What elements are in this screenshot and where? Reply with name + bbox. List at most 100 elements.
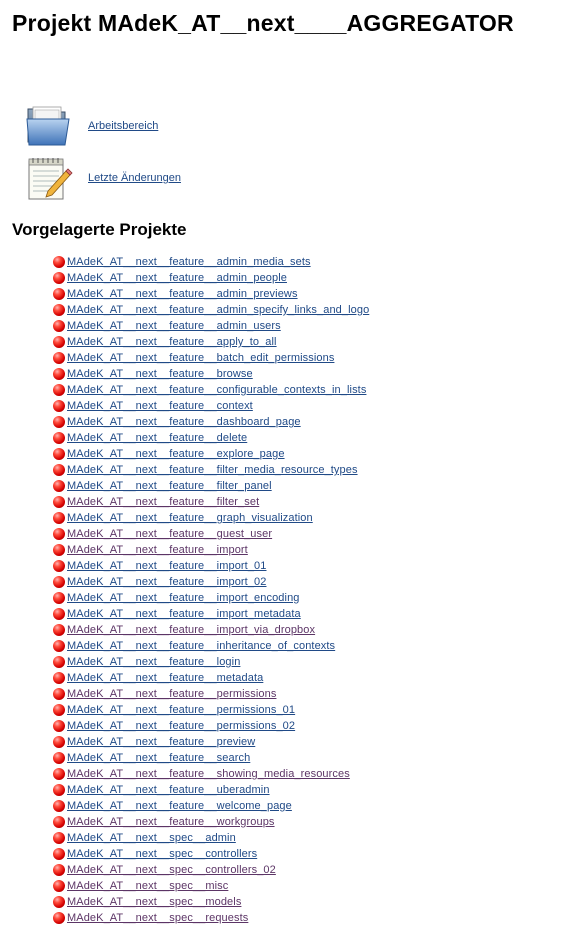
- project-link[interactable]: MAdeK_AT__next__feature__inheritance_of_…: [67, 640, 335, 652]
- task-workspace: Arbeitsbereich: [24, 102, 181, 150]
- list-item: MAdeK_AT__next__feature__filter_media_re…: [53, 462, 369, 478]
- red-ball-icon: [53, 768, 65, 780]
- task-list: Arbeitsbereich Letzte Änderungen: [24, 102, 181, 206]
- project-link[interactable]: MAdeK_AT__next__feature__showing_media_r…: [67, 768, 350, 780]
- workspace-link[interactable]: Arbeitsbereich: [88, 120, 158, 132]
- red-ball-icon: [53, 608, 65, 620]
- project-link[interactable]: MAdeK_AT__next__feature__import_02: [67, 576, 267, 588]
- red-ball-icon: [53, 832, 65, 844]
- project-link[interactable]: MAdeK_AT__next__feature__workgroups: [67, 816, 275, 828]
- list-item: MAdeK_AT__next__feature__admin_media_set…: [53, 254, 369, 270]
- folder-icon[interactable]: [24, 103, 74, 149]
- list-item: MAdeK_AT__next__feature__import_01: [53, 558, 369, 574]
- project-link[interactable]: MAdeK_AT__next__feature__guest_user: [67, 528, 272, 540]
- list-item: MAdeK_AT__next__feature__admin_previews: [53, 286, 369, 302]
- red-ball-icon: [53, 368, 65, 380]
- red-ball-icon: [53, 304, 65, 316]
- red-ball-icon: [53, 720, 65, 732]
- recent-changes-link[interactable]: Letzte Änderungen: [88, 172, 181, 184]
- red-ball-icon: [53, 624, 65, 636]
- red-ball-icon: [53, 448, 65, 460]
- project-link[interactable]: MAdeK_AT__next__feature__batch_edit_perm…: [67, 352, 334, 364]
- list-item: MAdeK_AT__next__feature__workgroups: [53, 814, 369, 830]
- list-item: MAdeK_AT__next__feature__guest_user: [53, 526, 369, 542]
- project-link[interactable]: MAdeK_AT__next__feature__permissions: [67, 688, 276, 700]
- red-ball-icon: [53, 704, 65, 716]
- red-ball-icon: [53, 512, 65, 524]
- project-link[interactable]: MAdeK_AT__next__feature__admin_users: [67, 320, 281, 332]
- project-link[interactable]: MAdeK_AT__next__feature__configurable_co…: [67, 384, 366, 396]
- red-ball-icon: [53, 288, 65, 300]
- notepad-icon[interactable]: [24, 155, 74, 201]
- project-link[interactable]: MAdeK_AT__next__feature__search: [67, 752, 250, 764]
- project-link[interactable]: MAdeK_AT__next__feature__permissions_02: [67, 720, 295, 732]
- red-ball-icon: [53, 528, 65, 540]
- list-item: MAdeK_AT__next__feature__admin_users: [53, 318, 369, 334]
- red-ball-icon: [53, 480, 65, 492]
- red-ball-icon: [53, 400, 65, 412]
- project-link[interactable]: MAdeK_AT__next__feature__filter_set: [67, 496, 259, 508]
- project-link[interactable]: MAdeK_AT__next__feature__filter_panel: [67, 480, 272, 492]
- list-item: MAdeK_AT__next__feature__configurable_co…: [53, 382, 369, 398]
- list-item: MAdeK_AT__next__feature__filter_set: [53, 494, 369, 510]
- list-item: MAdeK_AT__next__feature__showing_media_r…: [53, 766, 369, 782]
- project-link[interactable]: MAdeK_AT__next__feature__login: [67, 656, 240, 668]
- red-ball-icon: [53, 432, 65, 444]
- project-link[interactable]: MAdeK_AT__next__feature__welcome_page: [67, 800, 292, 812]
- project-link[interactable]: MAdeK_AT__next__feature__import_via_drop…: [67, 624, 315, 636]
- project-link[interactable]: MAdeK_AT__next__feature__import_encoding: [67, 592, 300, 604]
- project-link[interactable]: MAdeK_AT__next__feature__import_metadata: [67, 608, 301, 620]
- project-link[interactable]: MAdeK_AT__next__feature__apply_to_all: [67, 336, 277, 348]
- project-link[interactable]: MAdeK_AT__next__feature__delete: [67, 432, 247, 444]
- red-ball-icon: [53, 352, 65, 364]
- list-item: MAdeK_AT__next__feature__import_metadata: [53, 606, 369, 622]
- project-link[interactable]: MAdeK_AT__next__feature__metadata: [67, 672, 263, 684]
- list-item: MAdeK_AT__next__feature__permissions_02: [53, 718, 369, 734]
- red-ball-icon: [53, 416, 65, 428]
- project-link[interactable]: MAdeK_AT__next__spec__controllers: [67, 848, 257, 860]
- project-link[interactable]: MAdeK_AT__next__spec__requests: [67, 912, 248, 924]
- list-item: MAdeK_AT__next__feature__welcome_page: [53, 798, 369, 814]
- project-link[interactable]: MAdeK_AT__next__feature__preview: [67, 736, 255, 748]
- project-link[interactable]: MAdeK_AT__next__feature__admin_specify_l…: [67, 304, 369, 316]
- list-item: MAdeK_AT__next__feature__apply_to_all: [53, 334, 369, 350]
- project-link[interactable]: MAdeK_AT__next__feature__explore_page: [67, 448, 285, 460]
- project-link[interactable]: MAdeK_AT__next__feature__admin_media_set…: [67, 256, 311, 268]
- project-link[interactable]: MAdeK_AT__next__spec__admin: [67, 832, 236, 844]
- project-link[interactable]: MAdeK_AT__next__feature__permissions_01: [67, 704, 295, 716]
- list-item: MAdeK_AT__next__feature__browse: [53, 366, 369, 382]
- project-link[interactable]: MAdeK_AT__next__feature__admin_previews: [67, 288, 298, 300]
- list-item: MAdeK_AT__next__feature__inheritance_of_…: [53, 638, 369, 654]
- project-link[interactable]: MAdeK_AT__next__feature__import: [67, 544, 248, 556]
- project-link[interactable]: MAdeK_AT__next__feature__graph_visualiza…: [67, 512, 313, 524]
- list-item: MAdeK_AT__next__spec__controllers_02: [53, 862, 369, 878]
- list-item: MAdeK_AT__next__feature__permissions: [53, 686, 369, 702]
- list-item: MAdeK_AT__next__feature__login: [53, 654, 369, 670]
- project-link[interactable]: MAdeK_AT__next__feature__context: [67, 400, 253, 412]
- red-ball-icon: [53, 736, 65, 748]
- project-link[interactable]: MAdeK_AT__next__feature__uberadmin: [67, 784, 270, 796]
- project-link[interactable]: MAdeK_AT__next__feature__filter_media_re…: [67, 464, 358, 476]
- project-link[interactable]: MAdeK_AT__next__spec__controllers_02: [67, 864, 276, 876]
- red-ball-icon: [53, 592, 65, 604]
- project-link[interactable]: MAdeK_AT__next__feature__browse: [67, 368, 253, 380]
- red-ball-icon: [53, 672, 65, 684]
- project-link[interactable]: MAdeK_AT__next__spec__misc: [67, 880, 228, 892]
- red-ball-icon: [53, 656, 65, 668]
- project-link[interactable]: MAdeK_AT__next__feature__dashboard_page: [67, 416, 301, 428]
- red-ball-icon: [53, 336, 65, 348]
- project-link[interactable]: MAdeK_AT__next__feature__import_01: [67, 560, 267, 572]
- list-item: MAdeK_AT__next__feature__explore_page: [53, 446, 369, 462]
- red-ball-icon: [53, 800, 65, 812]
- red-ball-icon: [53, 784, 65, 796]
- project-link[interactable]: MAdeK_AT__next__feature__admin_people: [67, 272, 287, 284]
- project-link[interactable]: MAdeK_AT__next__spec__models: [67, 896, 241, 908]
- red-ball-icon: [53, 320, 65, 332]
- list-item: MAdeK_AT__next__feature__import_via_drop…: [53, 622, 369, 638]
- red-ball-icon: [53, 384, 65, 396]
- task-changes: Letzte Änderungen: [24, 154, 181, 202]
- list-item: MAdeK_AT__next__spec__controllers: [53, 846, 369, 862]
- red-ball-icon: [53, 464, 65, 476]
- red-ball-icon: [53, 256, 65, 268]
- red-ball-icon: [53, 816, 65, 828]
